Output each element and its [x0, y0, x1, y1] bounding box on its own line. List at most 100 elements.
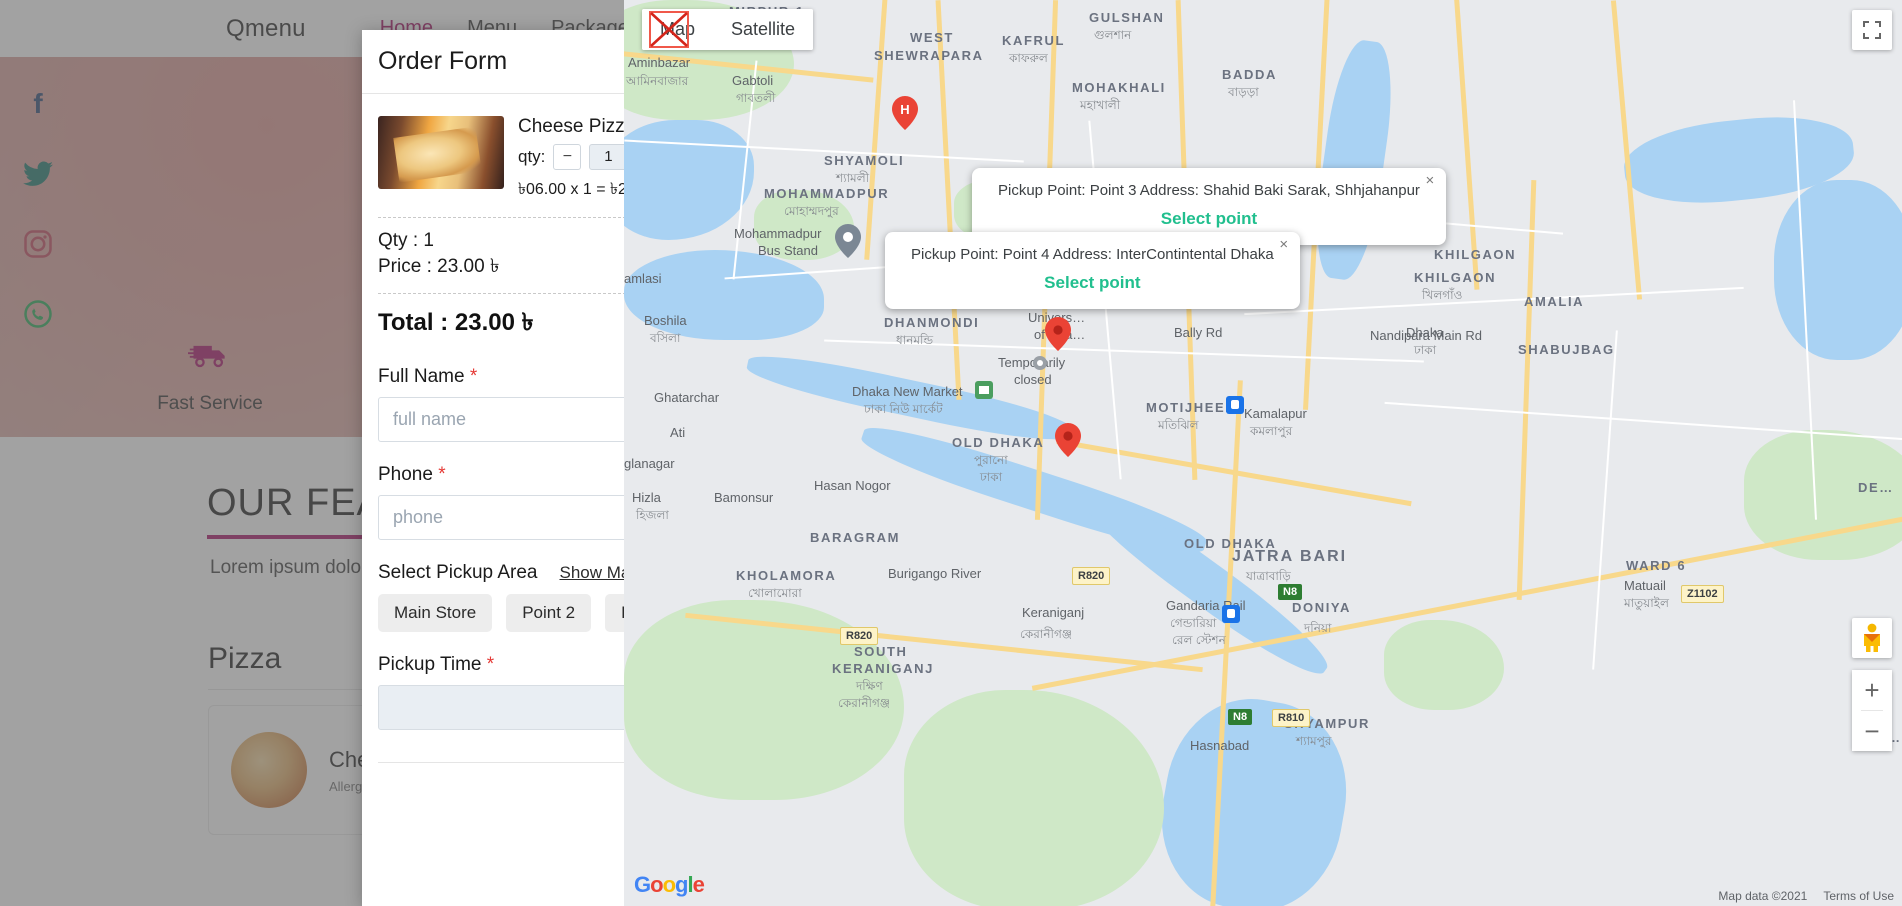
map-place-label: আমিনবাজার — [626, 74, 689, 88]
map-place-label: মহাখালী — [1080, 98, 1121, 112]
quantity-label: qty: — [518, 147, 546, 166]
infowindow-text: Pickup Point: Point 4 Address: InterCont… — [911, 246, 1274, 263]
map-attribution: Map data ©2021 Terms of Use — [1718, 889, 1894, 903]
map-place-label: খিলগাঁও — [1422, 288, 1463, 302]
google-logo-e: e — [692, 872, 705, 897]
page-root: Qmenu Home Menu Packages Specialities Qm… — [0, 0, 1902, 906]
map-place-label: Burigango River — [888, 566, 982, 581]
order-form-title: Order Form — [378, 47, 508, 75]
map-greenspace — [904, 690, 1164, 906]
map-place-label: Bus Stand — [758, 243, 818, 258]
map-place-label: JATRA BARI — [1232, 548, 1348, 565]
map-place-label: ধানমন্ডি — [896, 333, 934, 347]
map-place-label: KHILGAON — [1434, 247, 1517, 262]
map-poi-university[interactable] — [1032, 355, 1048, 371]
map-highway — [1516, 180, 1537, 600]
map-place-label: amlasi — [624, 271, 662, 286]
map-greenspace — [1384, 620, 1504, 710]
map-type-button-satellite[interactable]: Satellite — [713, 9, 814, 50]
map-place-label: DONIYA — [1292, 600, 1351, 615]
google-logo: Google — [634, 872, 705, 898]
map-place-label: MOTIJHEEL — [1146, 400, 1235, 415]
map-place-label: Dhaka New Market — [852, 384, 963, 399]
map-place-label: GULSHAN — [1089, 10, 1165, 25]
map-place-label: Mohammadpur — [734, 226, 822, 241]
order-item-image — [378, 116, 504, 189]
map-place-label: কেরানীগঞ্জ — [1020, 627, 1073, 641]
map-place-label: Ati — [670, 425, 686, 440]
map-route-shield: Z1102 — [1681, 585, 1724, 603]
google-map-panel[interactable]: MIRPUR-1GULSHANগুলশানWESTSHEWRAPARAKAFRU… — [624, 0, 1902, 906]
full-name-label-text: Full Name — [378, 366, 465, 388]
map-canvas[interactable]: MIRPUR-1GULSHANগুলশানWESTSHEWRAPARAKAFRU… — [624, 0, 1902, 906]
map-zoom-out-button[interactable]: − — [1852, 711, 1892, 751]
infowindow-close-icon[interactable]: × — [1421, 172, 1439, 190]
required-asterisk: * — [438, 464, 446, 486]
map-place-label: বসিলা — [650, 331, 681, 345]
map-terms-of-use-link[interactable]: Terms of Use — [1823, 889, 1894, 903]
required-asterisk: * — [486, 654, 495, 676]
map-place-label: BADDA — [1222, 67, 1277, 82]
map-place-label: OLD DHAKA — [952, 435, 1045, 450]
map-place-label: Matuail — [1624, 578, 1666, 593]
map-place-label: ঢাকা — [980, 470, 1003, 484]
map-place-label: ঢাকা নিউ মার্কেট — [864, 402, 943, 416]
map-marker-point-4[interactable] — [1045, 317, 1071, 351]
map-place-label: দনিয়া — [1304, 621, 1332, 635]
map-place-label: Kamalapur — [1244, 406, 1307, 421]
map-place-label: SHABUJBAG — [1518, 342, 1615, 357]
map-route-shield: N8 — [1228, 709, 1253, 725]
map-place-label: রেল স্টেশন — [1172, 633, 1226, 647]
pickup-chip-main-store[interactable]: Main Store — [378, 594, 493, 633]
google-logo-o1: o — [650, 872, 663, 897]
map-place-label: মতিঝিল — [1158, 418, 1199, 432]
map-place-label: খোলামোরা — [748, 586, 802, 600]
street-view-pegman-icon[interactable] — [1852, 618, 1892, 658]
map-place-label: মাতুয়াইল — [1624, 596, 1669, 610]
map-type-button-map[interactable]: Map — [642, 9, 714, 50]
select-point-button[interactable]: Select point — [911, 273, 1274, 293]
map-place-label: glanagar — [624, 456, 675, 471]
map-water — [1774, 180, 1902, 360]
map-place-label: Keraniganj — [1022, 605, 1085, 620]
map-marker-point-3[interactable] — [1055, 423, 1081, 457]
map-place-label: SOUTH — [854, 644, 908, 659]
quantity-decrement-button[interactable]: − — [553, 144, 582, 170]
map-place-label: KAFRUL — [1002, 33, 1066, 48]
map-zoom-in-button[interactable]: + — [1852, 670, 1892, 710]
google-logo-g2: g — [675, 872, 688, 897]
map-poi-kamalapur[interactable] — [1226, 396, 1244, 414]
google-logo-o2: o — [662, 872, 676, 897]
map-place-label: KHILGAON — [1414, 270, 1497, 285]
map-place-label: DHANMONDI — [884, 315, 980, 330]
svg-text:H: H — [900, 102, 909, 117]
map-place-label: BARAGRAM — [810, 530, 901, 545]
pickup-chip-point-2[interactable]: Point 2 — [506, 594, 592, 633]
map-place-label: কমলাপুর — [1250, 424, 1293, 438]
map-place-label: Hasan Nogor — [814, 478, 891, 493]
infowindow-point-4: × Pickup Point: Point 4 Address: InterCo… — [885, 232, 1300, 309]
map-place-label: শ্যামপুর — [1296, 734, 1332, 748]
map-place-label: বাড়ড়া — [1228, 85, 1259, 99]
map-place-label: কেরানীগঞ্জ — [838, 696, 891, 710]
map-marker-bus-stand[interactable] — [835, 224, 861, 258]
map-place-label: ঢাকা — [1414, 343, 1437, 357]
quantity-value[interactable]: 1 — [589, 144, 628, 170]
map-place-label: Hizla — [632, 490, 661, 505]
map-highway — [864, 0, 889, 260]
select-point-button[interactable]: Select point — [998, 209, 1420, 229]
map-place-label: Gabtoli — [732, 73, 774, 88]
map-route-shield: R820 — [1072, 567, 1111, 585]
map-place-label: SHYAMOLI — [824, 153, 905, 168]
map-marker-h[interactable]: H — [892, 96, 918, 130]
pickup-area-label: Select Pickup Area — [378, 562, 538, 584]
map-poi-dhaka-new-market[interactable] — [975, 381, 993, 399]
map-data-copyright: Map data ©2021 — [1718, 889, 1808, 903]
map-poi-gandaria-rail[interactable] — [1222, 605, 1240, 623]
infowindow-close-icon[interactable]: × — [1275, 236, 1293, 254]
map-fullscreen-button[interactable] — [1852, 10, 1892, 50]
google-logo-g1: G — [634, 872, 651, 897]
map-road — [1244, 286, 1744, 316]
map-place-label: KHOLAMORA — [736, 568, 837, 583]
map-place-label: WARD 6 — [1626, 558, 1687, 573]
